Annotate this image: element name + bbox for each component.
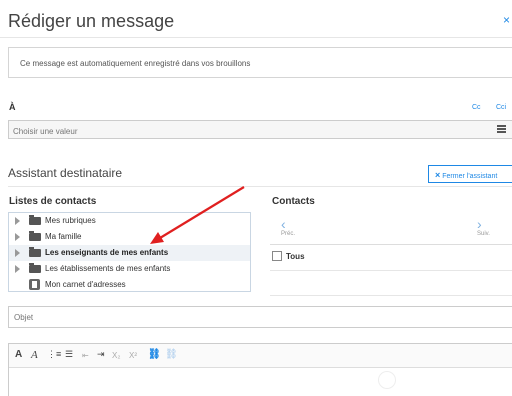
select-all-checkbox[interactable]	[272, 251, 282, 261]
divider	[270, 295, 512, 296]
link-icon[interactable]: ⛓	[148, 349, 161, 360]
editor-toolbar: A A ⋮≡ ☰ ⇤ ⇥ X₂ X² ⛓ ⛓	[9, 344, 512, 368]
subject-input[interactable]	[9, 307, 499, 328]
indent-icon[interactable]: ⇥	[97, 349, 105, 360]
previous-chevron-icon[interactable]: ‹	[281, 216, 286, 232]
loading-spinner-icon	[378, 371, 396, 389]
arrow-shaft	[159, 186, 245, 239]
ordered-list-icon[interactable]: ⋮≡	[47, 349, 61, 360]
unordered-list-icon[interactable]: ☰	[65, 349, 73, 360]
next-chevron-icon[interactable]: ›	[477, 216, 482, 232]
divider	[270, 244, 512, 245]
subject-field[interactable]	[8, 306, 512, 328]
outdent-icon[interactable]: ⇤	[82, 351, 89, 360]
select-all-label: Tous	[286, 252, 305, 261]
divider	[270, 270, 512, 271]
message-editor[interactable]: A A ⋮≡ ☰ ⇤ ⇥ X₂ X² ⛓ ⛓	[8, 343, 512, 396]
superscript-icon[interactable]: X²	[129, 351, 137, 360]
bold-icon[interactable]: A	[15, 349, 22, 360]
annotation-arrow	[150, 186, 245, 244]
subscript-icon[interactable]: X₂	[112, 351, 120, 360]
previous-label[interactable]: Préc.	[281, 231, 295, 237]
italic-icon[interactable]: A	[31, 349, 38, 361]
next-label[interactable]: Suiv.	[477, 231, 490, 237]
unlink-icon[interactable]: ⛓	[165, 349, 178, 360]
